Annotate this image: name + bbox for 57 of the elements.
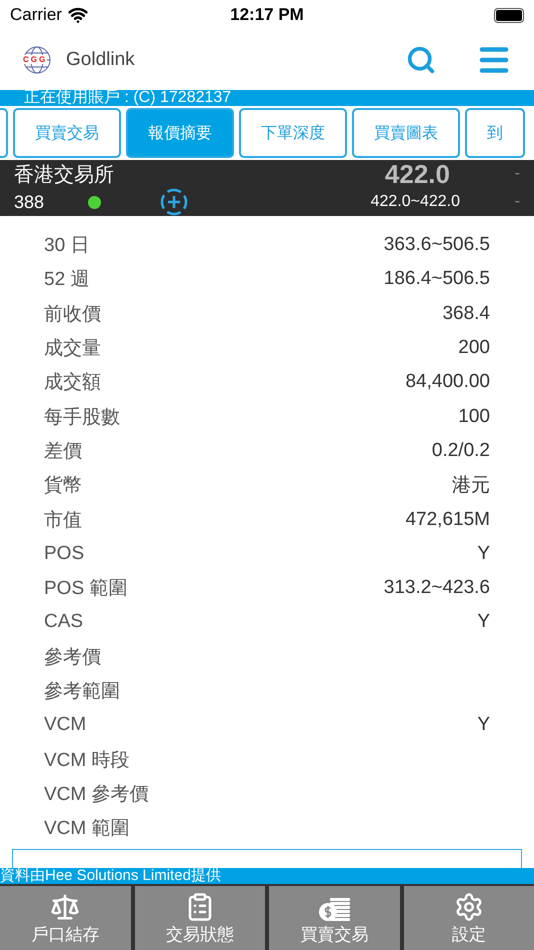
tab[interactable]: 下單深度: [239, 108, 347, 158]
field-label: 成交量: [44, 337, 101, 362]
field-value: 186.4~506.5: [384, 268, 490, 290]
field-label: 貨幣: [44, 474, 82, 498]
tab[interactable]: 到: [465, 108, 525, 158]
field-value: 100: [458, 406, 490, 428]
wifi-icon: [68, 5, 88, 25]
field-label: VCM: [44, 714, 86, 736]
clock: 12:17 PM: [230, 5, 304, 25]
stock-code: 388: [14, 192, 44, 212]
price-range: 422.0~422.0: [370, 193, 460, 211]
app-title: Goldlink: [66, 49, 136, 71]
field-value: Y: [477, 542, 490, 565]
field-value: Y: [477, 714, 490, 736]
field-label: 52 週: [44, 268, 90, 292]
field-label: VCM 時段: [44, 748, 130, 773]
change-value: -: [514, 165, 520, 183]
field-label: 參考價: [44, 646, 101, 670]
tab[interactable]: 買賣圖表: [352, 108, 460, 158]
add-target-icon[interactable]: [159, 187, 190, 217]
field-value: 84,400.00: [405, 371, 490, 394]
nav-button[interactable]: 買賣交易: [269, 886, 400, 950]
field-label: 差價: [44, 440, 82, 464]
field-value: 0.2/0.2: [432, 440, 490, 462]
tab[interactable]: 買賣交易: [13, 108, 121, 158]
field-label: 30 日: [44, 234, 90, 258]
battery-icon: [494, 8, 524, 22]
field-value: 港元: [452, 474, 490, 498]
nav-button[interactable]: 戶口結存: [0, 886, 130, 950]
exchange-name: 香港交易所: [14, 162, 115, 188]
field-value: 363.6~506.5: [384, 234, 490, 256]
field-value: 313.2~423.6: [384, 577, 490, 600]
carrier-label: Carrier: [10, 5, 62, 25]
field-label: POS: [44, 542, 84, 565]
nav-button[interactable]: 設定: [404, 886, 534, 950]
data-source-banner: 資料由Hee Solutions Limited提供: [0, 868, 534, 884]
field-value: 472,615M: [405, 508, 490, 531]
scale-icon: [50, 892, 80, 922]
field-value: Y: [477, 611, 490, 634]
field-value: 368.4: [442, 302, 490, 325]
search-icon[interactable]: [406, 45, 436, 75]
nav-button[interactable]: 交易狀態: [134, 886, 265, 950]
change-percent: -: [514, 193, 520, 211]
globe-logo: CGG: [22, 45, 52, 75]
tab[interactable]: 報價摘要: [126, 108, 234, 158]
field-label: VCM 範圍: [44, 817, 130, 842]
field-label: 市值: [44, 508, 82, 533]
field-label: POS 範圍: [44, 577, 128, 602]
field-label: 成交額: [44, 371, 101, 396]
field-value: 200: [458, 337, 490, 360]
field-label: VCM 參考價: [44, 782, 148, 807]
field-label: 參考範圍: [44, 680, 120, 704]
field-label: 前收價: [44, 302, 101, 327]
gear-icon: [454, 892, 484, 922]
field-label: 每手股數: [44, 406, 120, 430]
field-label: CAS: [44, 611, 84, 634]
last-price: 422.0: [384, 158, 450, 190]
